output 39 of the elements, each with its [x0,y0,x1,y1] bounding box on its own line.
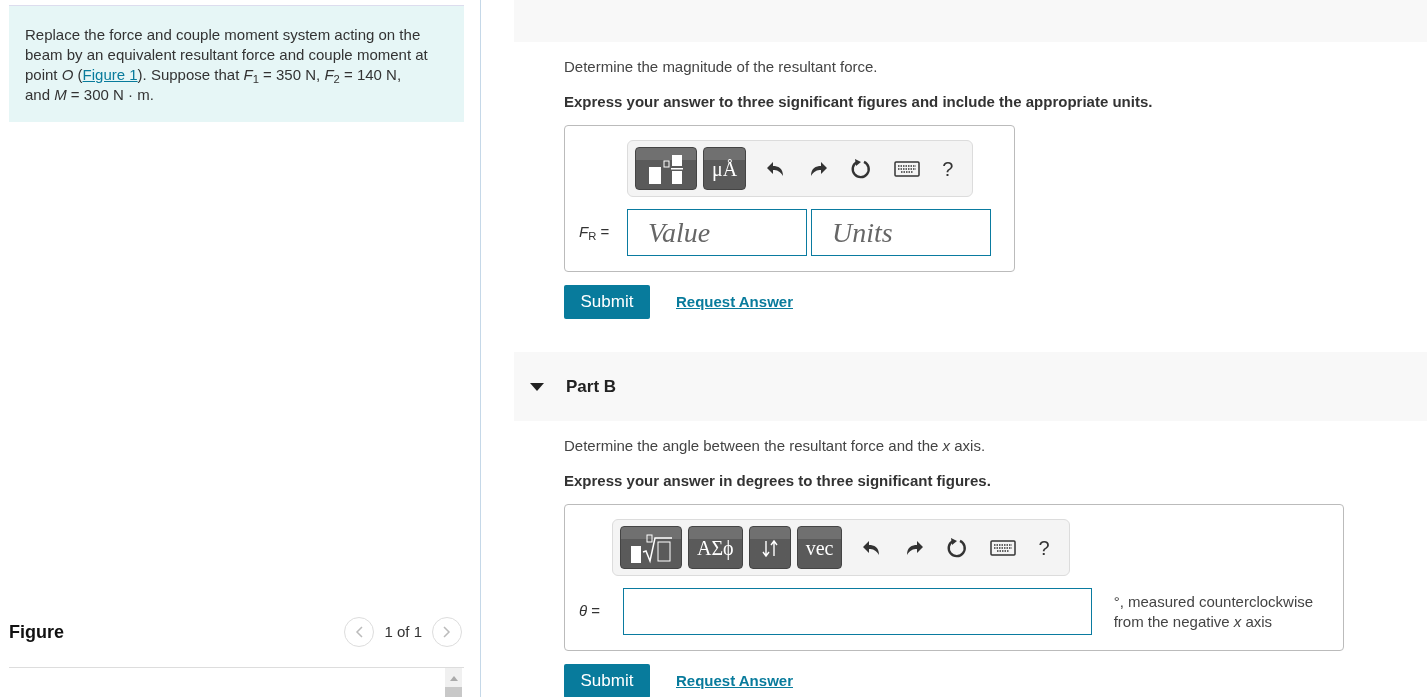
keyboard-icon[interactable] [894,160,921,177]
symbol-button[interactable]: ΑΣϕ [688,526,743,569]
help-button[interactable]: ? [1038,532,1050,563]
submit-button[interactable]: Submit [564,664,650,697]
figure-link[interactable]: Figure 1 [82,66,138,83]
root-template-button[interactable] [620,526,682,569]
figure-pager: 1 of 1 [384,621,422,642]
caret-down-icon [530,381,544,392]
symbol-button[interactable]: μÅ [703,147,747,190]
chevron-right-icon [443,626,451,638]
unit-note: °, measured counterclockwise from the negative x axis [1113,591,1315,632]
reset-icon[interactable] [850,157,873,180]
redo-icon[interactable] [808,159,829,178]
answer-label: θ = [579,601,602,622]
instruction-text: Express your answer in degrees to three significant figures. [564,470,992,491]
figure-title: Figure [9,620,64,644]
problem-text: Replace the force and couple moment system acting on the beam by an equivalent resultant force and couple moment at point O (Figure 1). Suppose that F$_{1}$ = 350 N, F$_{2}$ = 140 N, and M = 300 N · m. [25,25,429,105]
request-answer-link[interactable]: Request Answer [676,669,793,693]
question-text: Determine the angle between the resultant force and the x axis. [564,436,987,456]
part-title: Part B [566,375,617,398]
answer-label: F$_{R}$ = [579,222,611,244]
submit-button[interactable]: Submit [564,285,650,319]
request-answer-link[interactable]: Request Answer [676,290,793,314]
answer-field[interactable]: Units [811,209,991,256]
part-header[interactable]: Part B [514,352,1427,421]
arrows-button[interactable] [748,526,791,569]
answer-field[interactable]: Value [627,209,807,256]
keyboard-icon[interactable] [990,539,1017,556]
reset-icon[interactable] [946,536,969,559]
instruction-text: Express your answer to three significant figures and include the appropriate units. [564,91,1154,112]
answer-field[interactable] [622,588,1092,635]
redo-icon[interactable] [904,538,925,557]
scrollbar[interactable] [445,668,462,697]
symbol-button[interactable]: vec [796,526,843,569]
chevron-left-icon [355,626,364,638]
scroll-up-icon [449,676,458,681]
template-button[interactable] [635,147,697,190]
question-text: Determine the magnitude of the resultant force. [564,57,879,77]
help-button[interactable]: ? [942,153,954,184]
